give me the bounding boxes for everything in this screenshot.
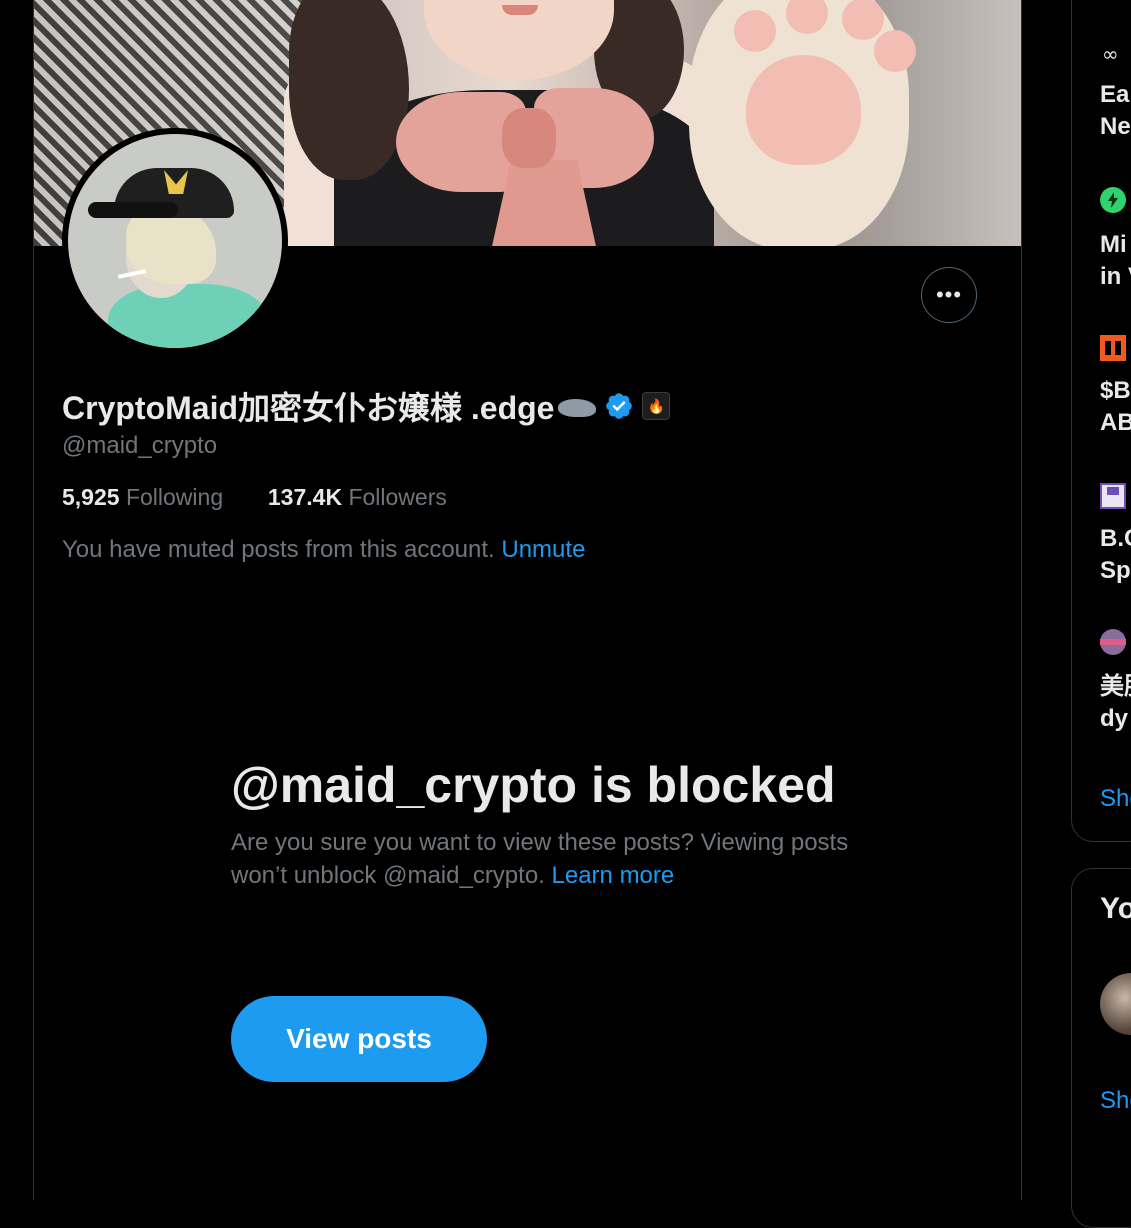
followers-label: Followers <box>348 484 447 510</box>
who-to-follow-show-more-link[interactable]: Sho <box>1100 1087 1131 1115</box>
muted-notice: You have muted posts from this account. … <box>62 536 585 564</box>
trends-card: ∞ Ear Ne Mi in V $B AB B.C Sp 美肌 dy Sho <box>1071 0 1131 842</box>
blocked-notice: @maid_crypto is blocked Are you sure you… <box>231 756 851 1082</box>
learn-more-link[interactable]: Learn more <box>552 862 675 889</box>
more-dots-icon: ••• <box>935 282 963 307</box>
trend-item[interactable]: Mi in V <box>1100 229 1131 293</box>
avatar-cap-brim <box>88 202 178 218</box>
who-to-follow-card: Yo Sho <box>1071 868 1131 1228</box>
trend-line-1: Ear <box>1100 81 1131 108</box>
muted-text: You have muted posts from this account. <box>62 536 495 563</box>
unmute-link[interactable]: Unmute <box>501 536 585 563</box>
banner-sofa <box>894 0 1021 246</box>
avatar-image <box>68 134 282 348</box>
who-to-follow-title: Yo <box>1100 892 1131 925</box>
trend-line-2: AB <box>1100 409 1131 436</box>
profile-avatar[interactable] <box>62 128 288 354</box>
trend-item[interactable]: Ear Ne <box>1100 79 1131 143</box>
banner-bow-knot <box>502 108 556 168</box>
orange-logo-icon <box>1100 335 1126 361</box>
banner-paw-toe <box>842 0 884 40</box>
profile-handle: @maid_crypto <box>62 432 218 459</box>
seal-emoji-icon <box>556 391 598 421</box>
following-label: Following <box>125 484 224 510</box>
svg-text:∞: ∞ <box>1102 42 1119 66</box>
trend-line-2: Sp <box>1100 557 1131 584</box>
trend-item[interactable]: B.C Sp <box>1100 523 1131 587</box>
trend-item[interactable]: $B AB <box>1100 375 1131 439</box>
blocked-description: Are you sure you want to view these post… <box>231 826 851 892</box>
more-options-button[interactable]: ••• <box>921 267 977 323</box>
floppy-icon <box>1100 483 1126 509</box>
blocked-title: @maid_crypto is blocked <box>231 757 836 813</box>
follow-stats: 5,925 Following 137.4K Followers <box>62 484 447 511</box>
infinity-icon: ∞ <box>1100 41 1126 67</box>
following-count: 5,925 <box>62 484 120 510</box>
trend-line-1: $B <box>1100 377 1131 404</box>
affiliate-badge-icon[interactable]: 🔥 <box>642 392 671 420</box>
trend-line-1: B.C <box>1100 525 1131 552</box>
lightning-icon <box>1100 187 1126 213</box>
trend-line-2: dy <box>1100 705 1129 732</box>
trend-line-1: 美肌 <box>1100 673 1131 700</box>
avatar-shirt <box>108 284 268 348</box>
trends-show-more-link[interactable]: Sho <box>1100 785 1131 813</box>
trend-line-1: Mi <box>1100 231 1127 258</box>
avatar-icon <box>1100 629 1126 655</box>
view-posts-button[interactable]: View posts <box>231 996 487 1082</box>
verified-badge-icon[interactable] <box>604 391 634 421</box>
profile-column: ••• CryptoMaid加密女仆お嬢様 .edge 🔥 @maid_cryp… <box>33 0 1022 1200</box>
trend-item[interactable]: 美肌 dy <box>1100 671 1131 735</box>
followers-count: 137.4K <box>267 484 343 510</box>
blocked-text: Are you sure you want to view these post… <box>231 829 849 889</box>
banner-paw-toe <box>734 10 776 52</box>
display-name-row: CryptoMaid加密女仆お嬢様 .edge 🔥 <box>62 384 671 428</box>
suggested-user-avatar[interactable] <box>1100 973 1131 1035</box>
following-link[interactable]: 5,925 Following <box>62 484 223 510</box>
followers-link[interactable]: 137.4K Followers <box>268 484 447 510</box>
banner-paw-toe <box>874 30 916 72</box>
banner-mouth <box>502 5 538 15</box>
banner-paw-pad <box>746 55 861 165</box>
trend-line-2: Ne <box>1100 113 1131 140</box>
display-name: CryptoMaid加密女仆お嬢様 .edge <box>62 390 555 426</box>
trend-line-2: in V <box>1100 263 1131 290</box>
banner-hair <box>289 0 409 180</box>
